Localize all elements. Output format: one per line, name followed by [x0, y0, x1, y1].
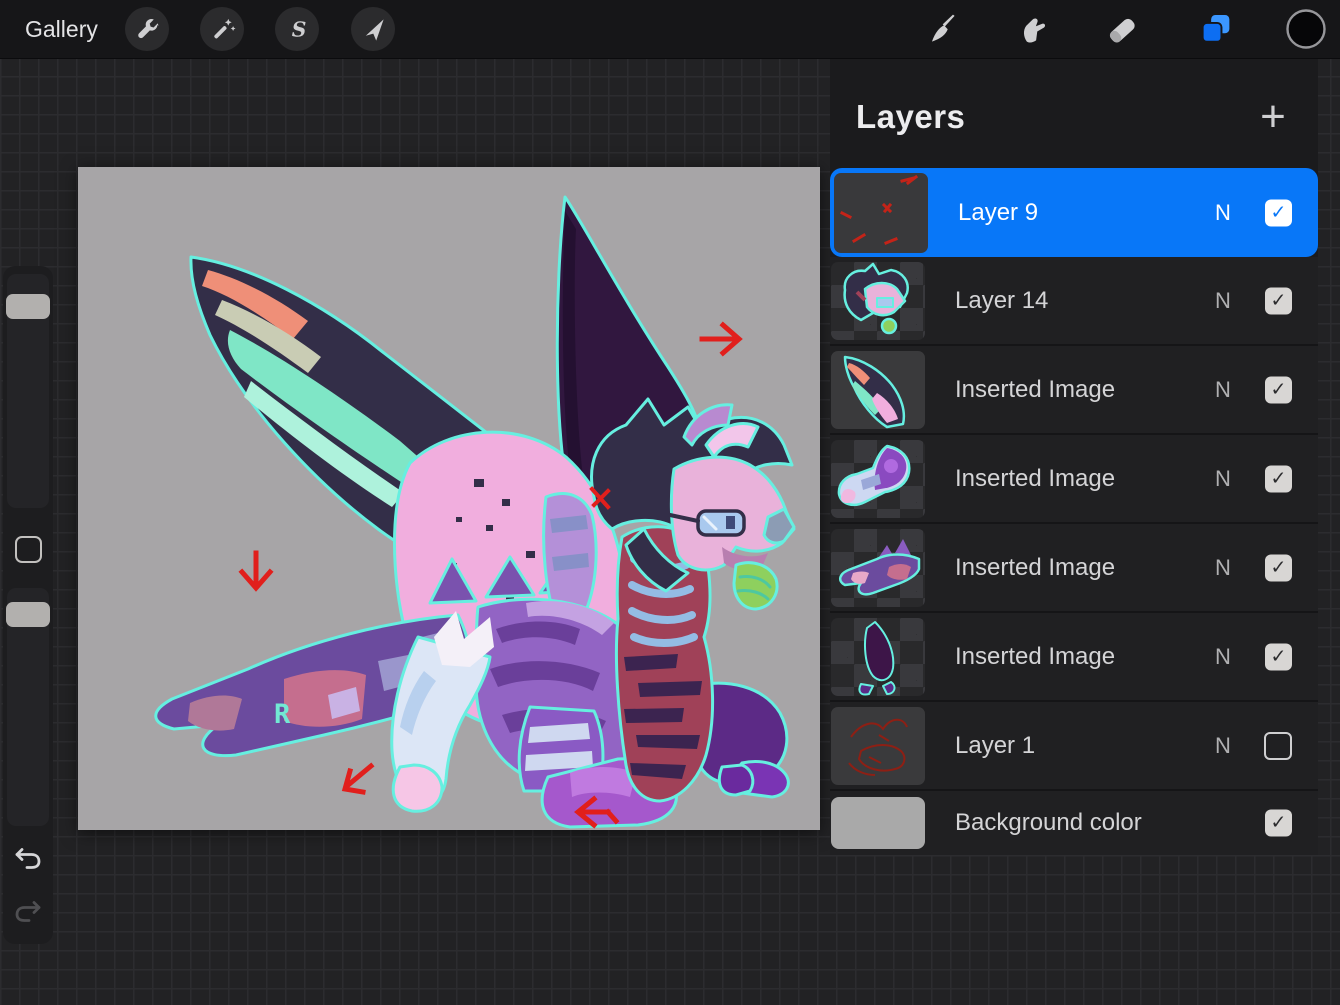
- top-toolbar: Gallery S: [0, 0, 1340, 59]
- layer-row-layer-1[interactable]: Layer 1 N: [830, 702, 1318, 791]
- layer-row-inserted-image-tail[interactable]: Inserted Image N: [830, 524, 1318, 613]
- blend-mode-button[interactable]: N: [1210, 466, 1236, 492]
- layer-row-inserted-image-wing[interactable]: Inserted Image N: [830, 346, 1318, 435]
- layer-thumbnail: [831, 707, 925, 785]
- layer-thumbnail: [831, 351, 925, 429]
- layer-visibility-checkbox[interactable]: [1265, 554, 1292, 581]
- paint-tool-button[interactable]: [920, 7, 964, 51]
- opacity-slider-handle[interactable]: [6, 602, 50, 627]
- erase-tool-button[interactable]: [1100, 7, 1144, 51]
- transform-arrow-icon: [360, 16, 387, 43]
- layer-name: Layer 14: [955, 287, 1048, 315]
- layer-row-layer-9[interactable]: Layer 9 N: [830, 168, 1318, 257]
- brush-size-slider-handle[interactable]: [6, 294, 50, 319]
- wrench-icon: [134, 16, 161, 43]
- layer-visibility-checkbox[interactable]: [1264, 732, 1292, 760]
- add-layer-button[interactable]: +: [1254, 100, 1292, 138]
- layer-thumbnail: [831, 440, 925, 518]
- modify-button[interactable]: [15, 536, 42, 563]
- layer-thumbnail: [834, 173, 928, 253]
- blend-mode-button[interactable]: N: [1210, 288, 1236, 314]
- blend-mode-button[interactable]: N: [1210, 200, 1236, 226]
- layer-list: Layer 9 N Layer 14 N Inserted Image N: [830, 168, 1318, 855]
- layer-visibility-checkbox[interactable]: [1265, 465, 1292, 492]
- blend-mode-button[interactable]: N: [1210, 644, 1236, 670]
- gallery-button[interactable]: Gallery: [25, 0, 98, 58]
- blend-mode-button[interactable]: N: [1210, 377, 1236, 403]
- layer-visibility-checkbox[interactable]: [1265, 199, 1292, 226]
- redo-button[interactable]: [13, 898, 43, 926]
- layers-panel-title: Layers: [856, 98, 965, 136]
- layer-name: Layer 9: [958, 199, 1038, 227]
- layer-row-inserted-image-horn[interactable]: Inserted Image N: [830, 613, 1318, 702]
- layer-thumbnail: [831, 618, 925, 696]
- layer-visibility-checkbox[interactable]: [1265, 643, 1292, 670]
- layer-visibility-checkbox[interactable]: [1265, 810, 1292, 837]
- layer-visibility-checkbox[interactable]: [1265, 376, 1292, 403]
- layer-thumbnail: [831, 262, 925, 340]
- layer-thumbnail: [831, 529, 925, 607]
- layer-visibility-checkbox[interactable]: [1265, 287, 1292, 314]
- transform-button[interactable]: [351, 7, 395, 51]
- redo-icon: [17, 903, 39, 921]
- layers-panel: Layers + Layer 9 N Layer 14 N Inse: [830, 58, 1318, 855]
- smudge-finger-icon: [1016, 13, 1048, 45]
- svg-text:S: S: [291, 17, 306, 41]
- brush-icon: [926, 13, 958, 45]
- color-circle-icon: [1285, 8, 1327, 50]
- magic-wand-icon: [209, 16, 236, 43]
- layer-name: Inserted Image: [955, 643, 1115, 671]
- sidebar-tool-strip: [3, 266, 53, 944]
- smudge-tool-button[interactable]: [1010, 7, 1054, 51]
- adjustments-button[interactable]: [200, 7, 244, 51]
- layers-tool-button[interactable]: [1194, 7, 1238, 51]
- layer-name: Inserted Image: [955, 465, 1115, 493]
- layer-name: Background color: [955, 809, 1142, 837]
- layer-name: Layer 1: [955, 732, 1035, 760]
- blend-mode-button[interactable]: N: [1210, 733, 1236, 759]
- layers-panel-header: Layers +: [830, 58, 1318, 168]
- pixel-art-dragon: R: [78, 167, 820, 830]
- selection-button[interactable]: S: [275, 7, 319, 51]
- color-tool-button[interactable]: [1284, 7, 1328, 51]
- eraser-icon: [1106, 13, 1138, 45]
- layer-name: Inserted Image: [955, 554, 1115, 582]
- layer-row-inserted-image-leg[interactable]: Inserted Image N: [830, 435, 1318, 524]
- undo-icon: [17, 850, 39, 868]
- selection-s-icon: S: [284, 16, 311, 43]
- background-color-thumbnail: [831, 797, 925, 849]
- layers-icon: [1199, 12, 1233, 46]
- layer-name: Inserted Image: [955, 376, 1115, 404]
- blend-mode-button[interactable]: N: [1210, 555, 1236, 581]
- undo-button[interactable]: [13, 845, 43, 873]
- layer-row-layer-14[interactable]: Layer 14 N: [830, 257, 1318, 346]
- layer-row-background-color[interactable]: Background color: [830, 791, 1318, 855]
- annotation-letter-r: R: [274, 699, 291, 730]
- drawing-canvas[interactable]: R: [78, 167, 820, 830]
- actions-button[interactable]: [125, 7, 169, 51]
